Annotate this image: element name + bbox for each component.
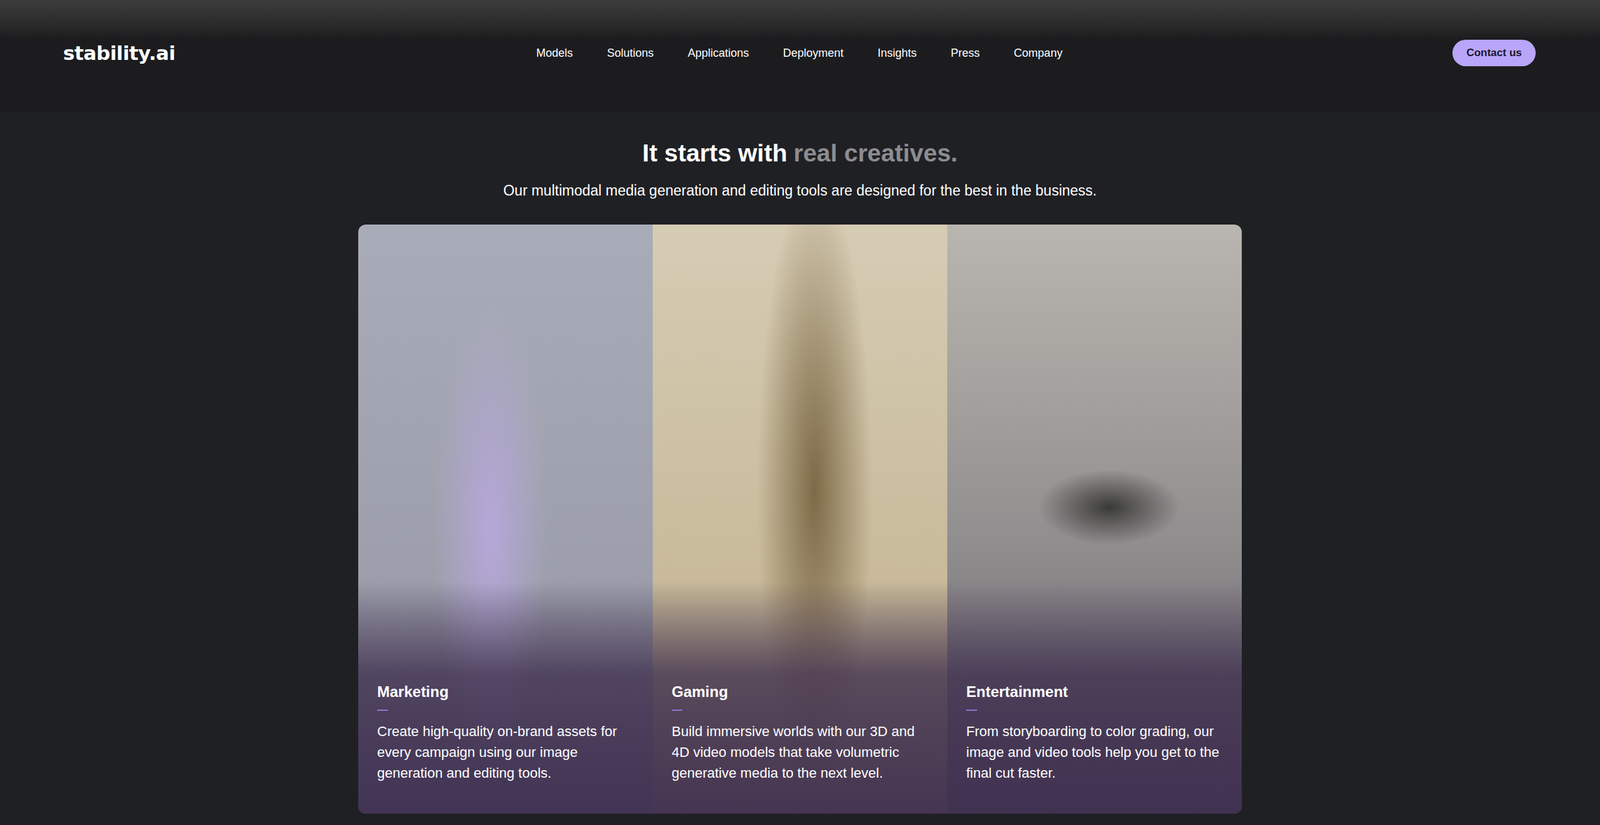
card-title: Entertainment <box>966 683 1223 701</box>
nav-item[interactable]: Solutions <box>606 46 654 60</box>
nav-item[interactable]: Models <box>536 46 573 60</box>
page: stability.aiModels Solutions Applications D… <box>0 0 1600 825</box>
card-description: Create high-quality on-brand assets for … <box>377 720 634 784</box>
hero-title-main: It starts with <box>642 139 788 168</box>
card-dash <box>671 709 683 711</box>
card-title: Gaming <box>671 683 929 701</box>
card-dash <box>966 709 977 711</box>
hero: It starts withreal creatives. Our multimo… <box>0 111 1600 814</box>
logo[interactable]: stability.ai <box>63 41 537 65</box>
card-overlay: Gaming Build immersive worlds with our 3D… <box>652 582 948 814</box>
card-dash <box>377 709 388 711</box>
card-strip: Marketing Create high-quality on-brand as… <box>358 224 1242 814</box>
card-description: From storyboarding to color grading, our… <box>966 720 1223 784</box>
cta-wrap: Contact us <box>1062 39 1536 67</box>
industry-card[interactable]: Entertainment From storyboarding to color… <box>947 224 1242 814</box>
card-description: Build immersive worlds with our 3D and 4… <box>671 720 929 784</box>
card-overlay: Entertainment From storyboarding to color… <box>947 582 1242 814</box>
industry-card[interactable]: Gaming Build immersive worlds with our 3D… <box>652 224 948 814</box>
main-nav: Models Solutions Applications Deployment Ins… <box>536 46 1063 60</box>
card-overlay: Marketing Create high-quality on-brand as… <box>358 582 653 814</box>
site-header: stability.aiModels Solutions Applications D… <box>0 0 1600 112</box>
hero-subtitle: Our multimodal media generation and edit… <box>503 182 1097 200</box>
contact-button[interactable]: Contact us <box>1452 39 1536 67</box>
hero-title-accent: real creatives. <box>793 139 958 168</box>
nav-item[interactable]: Press <box>951 46 981 60</box>
card-title: Marketing <box>377 683 634 701</box>
nav-item[interactable]: Insights <box>877 46 917 60</box>
hero-title: It starts withreal creatives. <box>642 139 958 168</box>
industry-card[interactable]: Marketing Create high-quality on-brand as… <box>358 224 653 814</box>
nav-item[interactable]: Company <box>1014 46 1063 60</box>
nav-item[interactable]: Deployment <box>783 46 844 60</box>
nav-item[interactable]: Applications <box>687 46 749 60</box>
